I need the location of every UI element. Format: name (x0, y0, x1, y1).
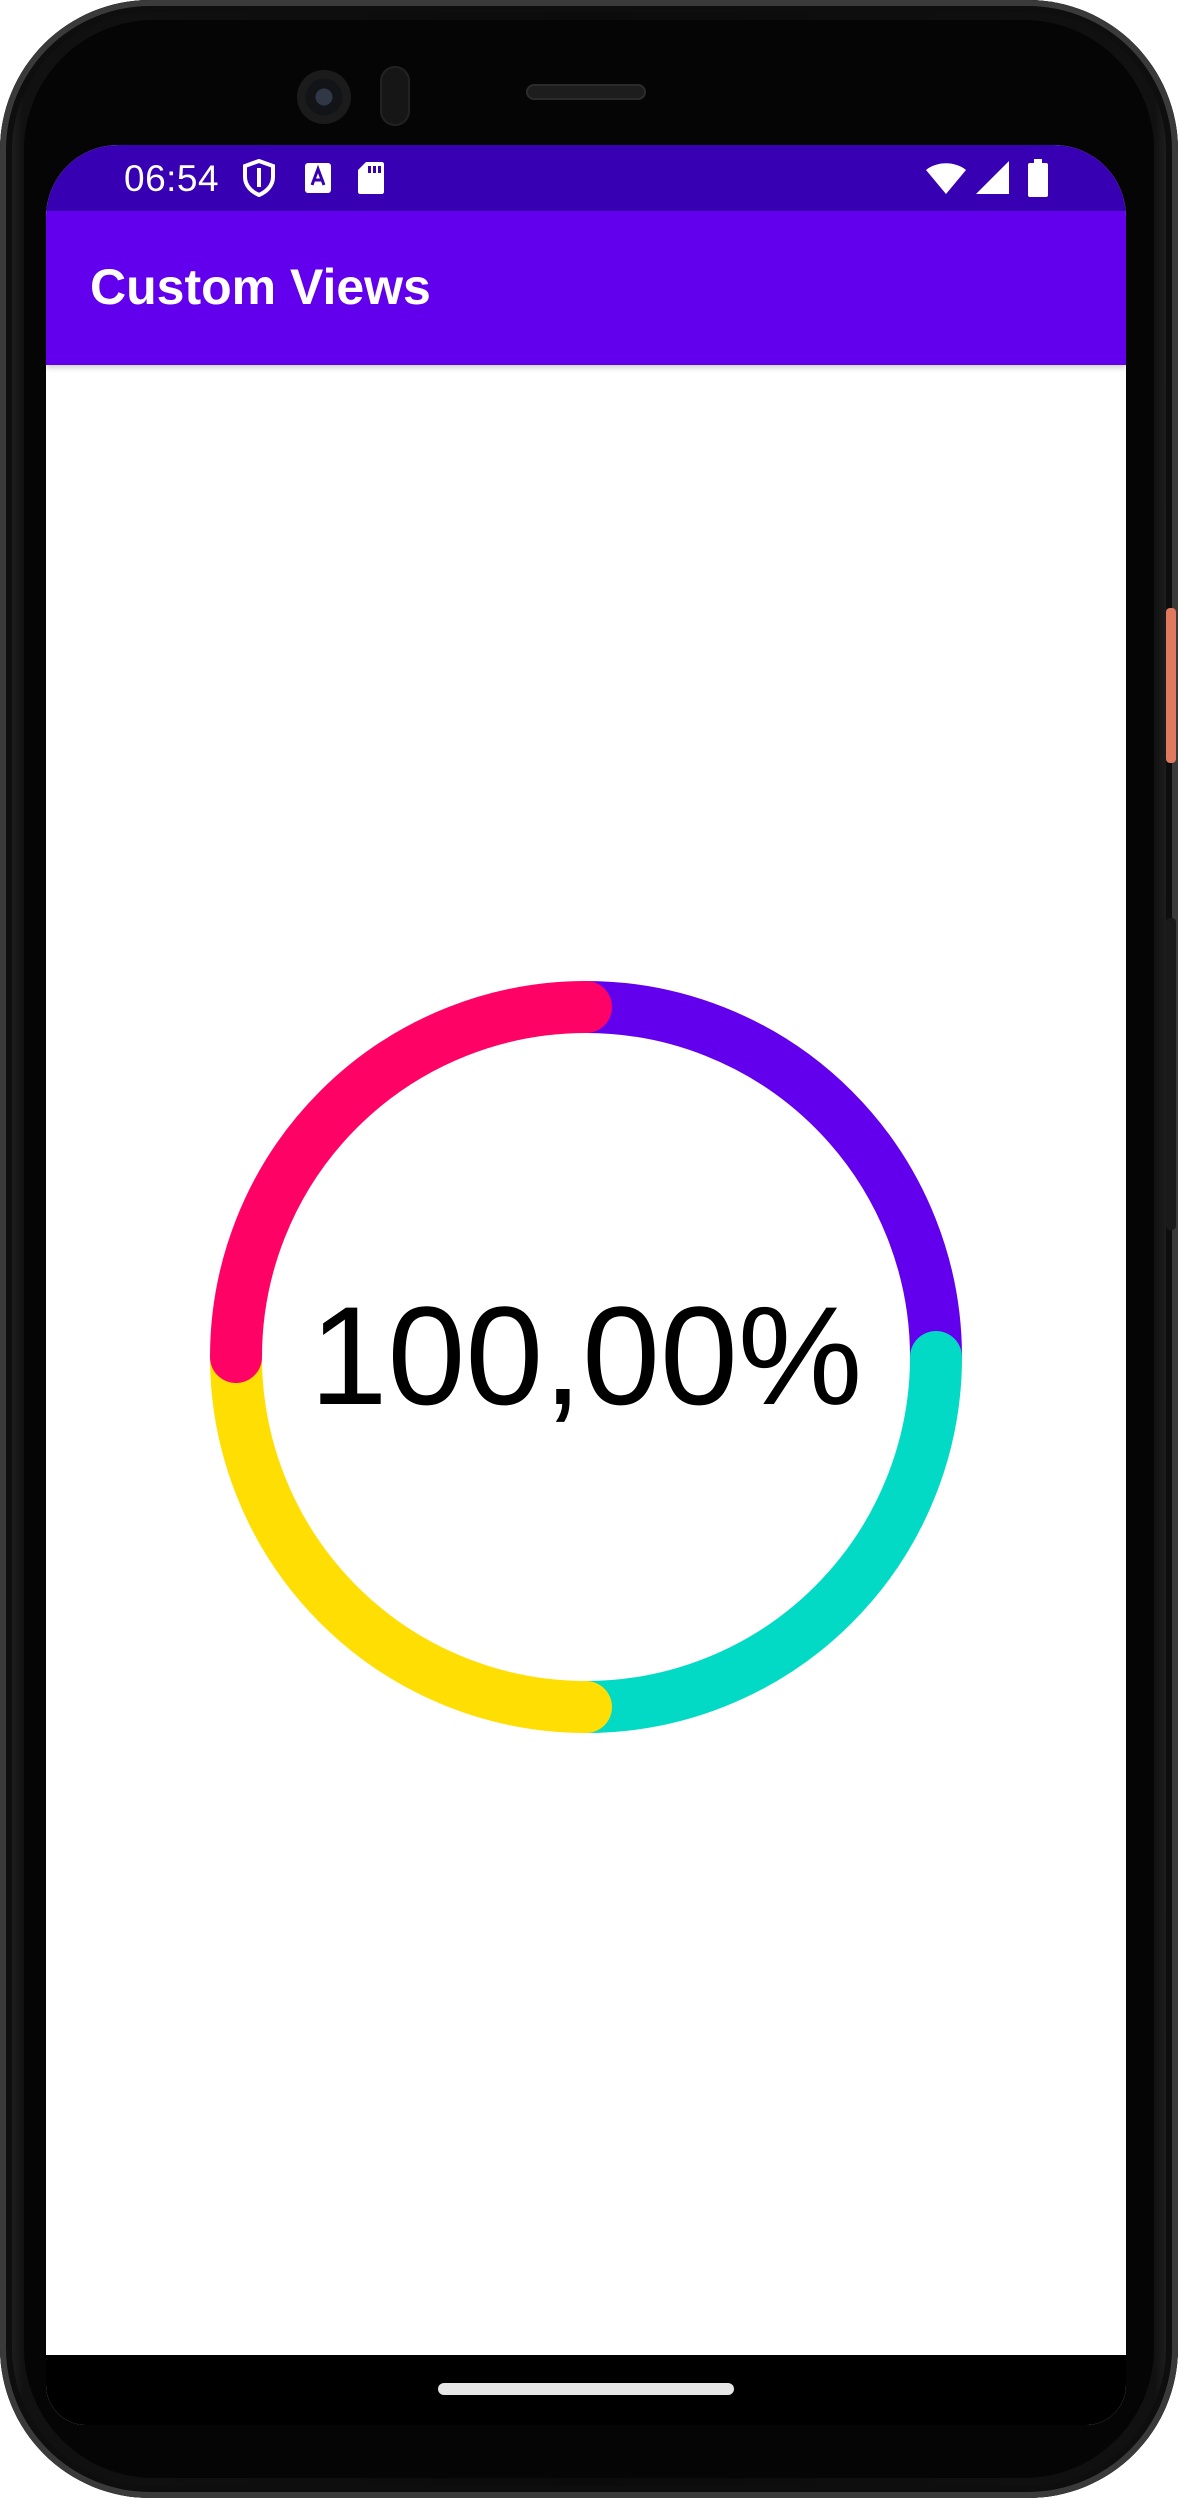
main-content: 100,00% (46, 365, 1126, 2355)
battery-icon (1026, 159, 1050, 204)
volume-button[interactable] (1166, 918, 1176, 1230)
wifi-icon (924, 159, 968, 202)
power-button[interactable] (1166, 608, 1176, 763)
proximity-sensor (380, 66, 410, 126)
navigation-bar (46, 2355, 1126, 2425)
phone-frame: 06:54 Custom Views 100,00% (0, 0, 1178, 2498)
progress-percentage-label: 100,00% (310, 1277, 863, 1434)
app-title: Custom Views (90, 259, 431, 315)
phone-screen: 06:54 Custom Views 100,00% (46, 145, 1126, 2425)
circular-progress-view: 100,00% (210, 981, 962, 1733)
status-bar: 06:54 (46, 145, 1126, 211)
signal-icon (974, 159, 1012, 202)
home-gesture-handle[interactable] (438, 2383, 734, 2395)
status-time: 06:54 (124, 158, 220, 199)
text-a-icon (303, 159, 333, 202)
shield-icon (242, 158, 276, 202)
earpiece-speaker (526, 84, 646, 100)
sd-card-icon (356, 159, 386, 202)
front-camera-icon (297, 70, 351, 124)
app-bar: Custom Views (46, 211, 1126, 365)
